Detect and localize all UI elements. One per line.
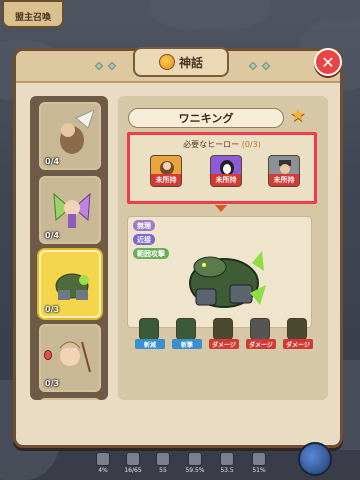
- skill-label: ダメージ: [283, 339, 313, 349]
- skill-label: 斬撃: [172, 339, 202, 349]
- header-deco-icon: [261, 61, 271, 71]
- stat-value: 51%: [252, 467, 266, 474]
- stat-icon: [156, 452, 170, 466]
- header-deco-icon: [248, 61, 258, 71]
- stat-value: 53.5: [220, 467, 234, 474]
- stat-item: 55: [150, 452, 176, 478]
- stat-value: 55: [159, 467, 167, 474]
- hero-name: ワニキング: [128, 108, 284, 128]
- hero-card[interactable]: 0/4: [39, 176, 101, 244]
- hero-card-selected[interactable]: 0/3: [39, 250, 101, 318]
- skill-label: ダメージ: [209, 339, 239, 349]
- hero-portrait-icon: [53, 192, 91, 228]
- stat-icon: [252, 452, 266, 466]
- skill-lock-icon[interactable]: ダメージ: [246, 318, 276, 349]
- skill-icon[interactable]: 斬減: [135, 318, 165, 349]
- required-heroes-count: (0/3): [241, 140, 261, 149]
- mythic-icon: [158, 54, 175, 70]
- hero-progress: 0/3: [45, 379, 60, 388]
- stat-value: 59.5%: [185, 467, 205, 474]
- hero-card[interactable]: [39, 398, 101, 400]
- not-owned-label: 未所持: [211, 174, 241, 186]
- required-hero-slot[interactable]: 未所持: [150, 155, 182, 187]
- stat-icon: [188, 452, 202, 466]
- stat-icon: [220, 452, 234, 466]
- stat-item: 59.5%: [182, 452, 208, 478]
- header-deco-icon: [107, 61, 117, 71]
- close-icon: ✕: [321, 52, 335, 72]
- not-owned-label: 未所持: [269, 174, 299, 186]
- required-hero-slot[interactable]: 未所持: [268, 155, 300, 187]
- skill-label: 斬減: [135, 339, 165, 349]
- skill-label: ダメージ: [246, 339, 276, 349]
- stat-icon: [96, 452, 110, 466]
- stat-icon: [126, 452, 140, 466]
- stat-item: 4%: [90, 452, 116, 478]
- hero-progress: 0/4: [45, 157, 60, 166]
- required-heroes-title: 必要なヒーロー (0/3): [130, 139, 314, 150]
- bottom-stats-bar: 4% 16/65 55 59.5% 53.5 51%: [90, 452, 290, 478]
- hero-progress: 0/3: [45, 305, 60, 314]
- hero-list[interactable]: 0/4 0/4 0/3 0/3: [30, 96, 108, 400]
- hero-model-icon: [189, 251, 266, 308]
- panel-title-tag: 神話: [133, 47, 229, 77]
- trait-tag: 範囲攻撃: [133, 248, 169, 259]
- hero-portrait-icon: [55, 273, 89, 300]
- stat-item: 16/65: [120, 452, 146, 478]
- stat-value: 16/65: [124, 467, 142, 474]
- skill-icon[interactable]: ダメージ: [283, 318, 313, 349]
- down-arrow-icon: [215, 205, 227, 212]
- trait-tag: 近接: [133, 234, 155, 245]
- stat-value: 4%: [98, 467, 108, 474]
- panel-title: 神話: [178, 55, 203, 70]
- trait-tag: 無理: [133, 220, 155, 231]
- hero-card[interactable]: 0/4: [39, 102, 101, 170]
- hero-portrait-icon: [59, 341, 91, 373]
- required-heroes-box: 必要なヒーロー (0/3) 未所持 未所持 未所持: [127, 132, 317, 204]
- world-map-button[interactable]: [298, 442, 332, 476]
- required-heroes-label: 必要なヒーロー: [183, 140, 240, 149]
- not-owned-label: 未所持: [151, 174, 181, 186]
- summon-button[interactable]: 盟主召喚: [2, 0, 64, 28]
- hero-preview: [127, 216, 312, 328]
- skill-icon[interactable]: 斬撃: [172, 318, 202, 349]
- skill-icon[interactable]: ダメージ: [209, 318, 239, 349]
- stat-item: 51%: [246, 452, 272, 478]
- close-button[interactable]: ✕: [314, 48, 342, 76]
- hero-progress: 0/4: [45, 231, 60, 240]
- hero-card[interactable]: 0/3: [39, 324, 101, 392]
- gem-icon: [44, 350, 52, 360]
- stat-item: 53.5: [214, 452, 240, 478]
- required-hero-slot[interactable]: 未所持: [210, 155, 242, 187]
- header-deco-icon: [94, 61, 104, 71]
- hero-portrait-icon: [60, 110, 94, 154]
- favorite-star-icon[interactable]: ★: [290, 107, 308, 125]
